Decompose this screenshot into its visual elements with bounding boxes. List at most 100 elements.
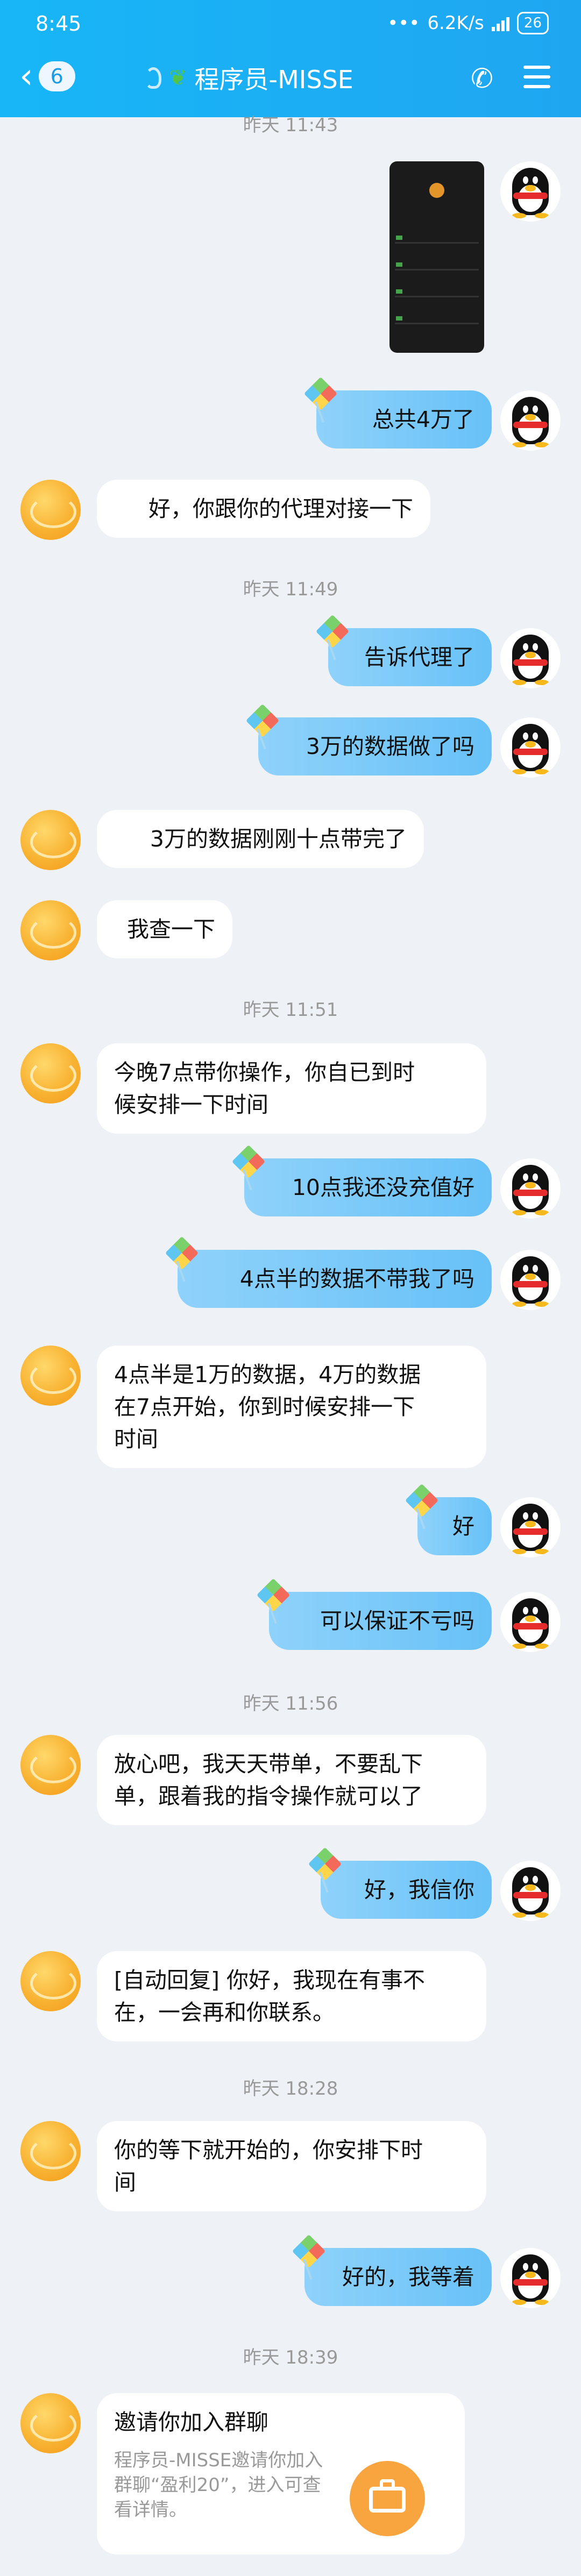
message-text: 3万的数据刚刚十点带完了: [150, 826, 407, 852]
my-avatar[interactable]: [500, 1861, 561, 1921]
my-avatar[interactable]: [500, 1592, 561, 1652]
received-message[interactable]: 我查一下: [97, 900, 232, 958]
message-text: 3万的数据做了吗: [306, 734, 474, 759]
message-text: 10点我还没充值好: [292, 1175, 474, 1200]
contact-avatar[interactable]: [20, 1735, 81, 1795]
sent-message[interactable]: 好，我信你: [308, 1847, 492, 1919]
message-line: 间: [114, 2169, 136, 2195]
penguin-scarf: [513, 659, 548, 666]
penguin-eye: [533, 405, 538, 413]
received-message[interactable]: 今晚7点带你操作，你自已到时 候安排一下时间: [97, 1043, 486, 1134]
penguin-beak: [525, 1273, 536, 1280]
contact-avatar[interactable]: [20, 1951, 81, 2011]
my-avatar[interactable]: [500, 161, 561, 222]
kite-icon: [292, 2234, 326, 2268]
sent-message[interactable]: 4点半的数据不带我了吗: [165, 1236, 492, 1308]
image-thumb-mark: [396, 316, 402, 321]
message-text: 好，你跟你的代理对接一下: [148, 496, 413, 522]
contact-avatar[interactable]: [20, 480, 81, 540]
sent-message[interactable]: 好的，我等着: [292, 2234, 492, 2306]
timestamp: 昨天 18:39: [243, 2347, 338, 2368]
message-line: 时间: [114, 1426, 158, 1452]
received-message[interactable]: 放心吧，我天天带单，不要乱下 单，跟着我的指令操作就可以了: [97, 1735, 486, 1825]
penguin-foot: [512, 2300, 526, 2305]
message-line: 在，一会再和你联系。: [114, 1999, 335, 2025]
penguin-foot: [512, 1210, 526, 1215]
card-description: 程序员-MISSE邀请你加入 群聊“盈利20”，进入可查 看详情。: [114, 2448, 367, 2522]
my-avatar[interactable]: [500, 628, 561, 688]
menu-icon[interactable]: [523, 66, 550, 95]
penguin-foot: [535, 1210, 549, 1215]
timestamp: 昨天 11:56: [243, 1693, 338, 1714]
penguin-eye: [523, 1173, 528, 1181]
penguin-scarf: [513, 1892, 548, 1898]
timestamp: 昨天 11:43: [243, 115, 338, 136]
message-line: 在7点开始，你到时候安排一下: [114, 1394, 415, 1420]
message-text: 4点半的数据不带我了吗: [239, 1266, 474, 1292]
sent-message[interactable]: 可以保证不亏吗: [256, 1578, 492, 1650]
battery-icon: 26: [516, 12, 549, 34]
card-description-line: 程序员-MISSE邀请你加入: [114, 2450, 323, 2471]
penguin-scarf: [513, 1623, 548, 1629]
sent-message[interactable]: 总共4万了: [303, 376, 492, 449]
message-text: 好，我信你: [364, 1877, 474, 1903]
briefcase-body: [369, 2487, 406, 2513]
received-message[interactable]: 3万的数据刚刚十点带完了: [97, 810, 424, 868]
contact-avatar[interactable]: [20, 2121, 81, 2181]
chat-title[interactable]: ❦ 程序员-MISSE: [145, 60, 353, 96]
contact-avatar[interactable]: [20, 810, 81, 870]
my-avatar[interactable]: [500, 2248, 561, 2308]
received-message[interactable]: 你的等下就开始的，你安排下时间: [97, 2121, 486, 2211]
message-line: 你的等下就开始的，你安排下时: [114, 2137, 423, 2163]
back-button[interactable]: ‹ 6: [19, 59, 75, 94]
penguin-foot: [535, 213, 549, 218]
received-message[interactable]: 4点半是1万的数据，4万的数据 在7点开始，你到时候安排一下 时间: [97, 1346, 486, 1468]
message-line: 放心吧，我天天带单，不要乱下: [114, 1751, 423, 1777]
card-title: 邀请你加入群聊: [114, 2409, 268, 2435]
penguin-eye: [523, 643, 528, 651]
message-line: 候安排一下时间: [114, 1092, 268, 1118]
image-thumb-row: [395, 242, 479, 244]
received-message[interactable]: [自动回复] 你好，我现在有事不 在，一会再和你联系。: [97, 1951, 486, 2041]
penguin-scarf: [513, 1528, 548, 1535]
image-thumb-logo: [429, 183, 444, 198]
my-avatar[interactable]: [500, 390, 561, 451]
sent-message[interactable]: 3万的数据做了吗: [245, 703, 492, 775]
my-avatar[interactable]: [500, 1250, 561, 1310]
contact-avatar[interactable]: [20, 2393, 81, 2453]
sent-message[interactable]: 10点我还没充值好: [231, 1144, 492, 1216]
kite-icon: [315, 614, 350, 649]
my-avatar[interactable]: [500, 717, 561, 778]
penguin-eye: [523, 1265, 528, 1272]
penguin-eye: [533, 1173, 538, 1181]
my-avatar[interactable]: [500, 1158, 561, 1219]
sent-message[interactable]: 好: [405, 1483, 492, 1555]
message-text: 好: [452, 1513, 474, 1539]
image-thumb-mark: [396, 289, 402, 294]
image-thumb-mark: [396, 236, 402, 240]
penguin-foot: [535, 680, 549, 685]
penguin-beak: [525, 1616, 536, 1622]
received-message[interactable]: 好，你跟你的代理对接一下: [97, 480, 430, 538]
timestamp: 昨天 18:28: [243, 2078, 338, 2100]
contact-avatar[interactable]: [20, 1043, 81, 1104]
title-bar: 8:45 ••• 6.2K/s 26 ‹ 6 ❦ 程序员-MISSE ✆: [0, 0, 581, 117]
penguin-beak: [525, 741, 536, 748]
phone-call-icon[interactable]: ✆: [471, 63, 493, 94]
penguin-foot: [512, 213, 526, 218]
image-message[interactable]: [389, 161, 484, 353]
penguin-foot: [535, 1643, 549, 1649]
sent-message[interactable]: 告诉代理了: [315, 614, 492, 686]
penguin-foot: [535, 1912, 549, 1918]
penguin-foot: [512, 1912, 526, 1918]
contact-avatar[interactable]: [20, 1346, 81, 1406]
contact-avatar[interactable]: [20, 900, 81, 960]
penguin-eye: [523, 1607, 528, 1614]
penguin-foot: [535, 769, 549, 774]
network-speed: 6.2K/s: [427, 12, 484, 34]
group-invite-card[interactable]: 邀请你加入群聊程序员-MISSE邀请你加入 群聊“盈利20”，进入可查 看详情。: [97, 2393, 465, 2554]
penguin-eye: [533, 1876, 538, 1883]
penguin-foot: [512, 769, 526, 774]
penguin-foot: [535, 442, 549, 447]
my-avatar[interactable]: [500, 1497, 561, 1557]
